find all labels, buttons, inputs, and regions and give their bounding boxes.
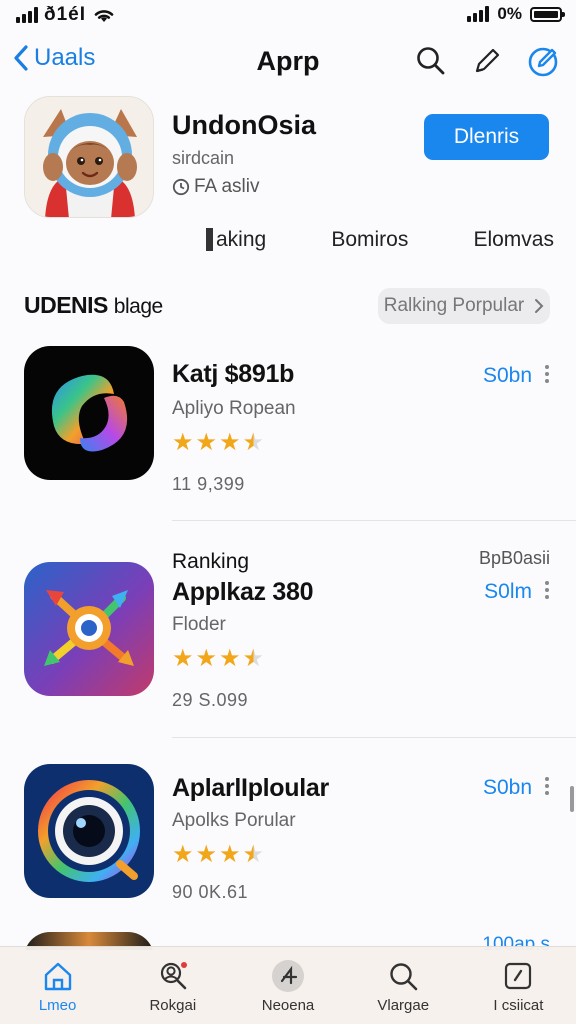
- tab-neoena[interactable]: Neoena: [230, 947, 345, 1024]
- featured-app-header: UndonOsia sirdcain FA asliv Dlenris akin…: [24, 96, 554, 266]
- wifi-icon: [94, 10, 114, 22]
- featured-app-meta: FA asliv: [172, 176, 259, 198]
- price-button[interactable]: S0bn: [483, 776, 532, 800]
- status-right: 0%: [467, 4, 565, 24]
- list-item[interactable]: Katj $891b Apliyo Ropean ★ ★ ★ ★ 11 9,399 S…: [0, 346, 576, 556]
- segment-bomiros[interactable]: Bomiros: [331, 228, 408, 252]
- chip-label: Ralking Porpular: [383, 295, 525, 316]
- search-icon: [417, 47, 445, 75]
- nav-actions: [414, 44, 560, 78]
- star-icon: ★: [172, 429, 194, 456]
- review-count: 11 9,399: [172, 474, 245, 494]
- tab-home-label: Lmeo: [38, 997, 77, 1014]
- star-icon: ★: [219, 841, 241, 868]
- price-button[interactable]: S0lm: [484, 580, 532, 604]
- camera-lens-icon: [38, 780, 140, 882]
- more-options-button[interactable]: [540, 578, 554, 602]
- scroll-indicator[interactable]: [570, 786, 574, 812]
- tab-bar: Lmeo Rokgai Neoena Vlargae I csiicat: [0, 946, 576, 1024]
- search-icon: [390, 963, 418, 991]
- more-options-button[interactable]: [540, 774, 554, 798]
- star-icon: ★: [172, 841, 194, 868]
- star-rating: ★ ★ ★ ★: [172, 840, 264, 869]
- section-title: UDENIS blage: [24, 292, 163, 319]
- divider: [172, 520, 576, 521]
- review-count: 90 0K.61: [172, 882, 249, 902]
- segment-control: aking Bomiros Elomvas: [206, 228, 554, 252]
- tab-vlargae-label: Vlargae: [377, 997, 430, 1014]
- app-title: Katj $891b: [172, 360, 295, 388]
- person-search-icon: [160, 962, 187, 990]
- section-title-main: UDENIS: [24, 292, 108, 318]
- app-description: Apolks Porular: [172, 810, 296, 831]
- status-bar: ð1éI 0%: [0, 0, 576, 30]
- half-star-icon: ★: [242, 841, 265, 868]
- star-rating: ★ ★ ★ ★: [172, 428, 264, 457]
- tab-neoena-label: Neoena: [261, 997, 315, 1014]
- featured-app-subtitle: sirdcain: [172, 148, 235, 168]
- half-star-icon: ★: [242, 645, 265, 672]
- review-count: 29 S.099: [172, 690, 249, 710]
- battery-icon: [530, 6, 565, 22]
- star-icon: ★: [195, 645, 218, 672]
- section-title-suffix: blage: [113, 295, 163, 318]
- compose-button[interactable]: [526, 44, 560, 78]
- star-icon: ★: [219, 645, 241, 672]
- app-icon-3: [24, 764, 154, 898]
- carrier-text: ð1éI: [44, 4, 87, 25]
- battery-percent: 0%: [497, 4, 522, 23]
- updates-icon: [505, 962, 532, 990]
- segment-elomvas[interactable]: Elomvas: [473, 228, 554, 252]
- star-icon: ★: [195, 429, 218, 456]
- tab-home[interactable]: Lmeo: [0, 947, 115, 1024]
- featured-app-name: UndonOsia: [172, 110, 317, 140]
- games-icon: [272, 960, 304, 992]
- app-title: AplarlIploular: [172, 774, 329, 802]
- star-icon: ★: [172, 645, 194, 672]
- character-icon: [25, 97, 153, 217]
- tab-updates[interactable]: I csiicat: [461, 947, 576, 1024]
- swirl-logo-icon: [51, 374, 128, 452]
- signal-icon: [16, 7, 38, 23]
- tab-rokgai[interactable]: Rokgai: [115, 947, 230, 1024]
- status-left: ð1éI: [16, 4, 116, 26]
- compose-icon: [528, 47, 558, 77]
- home-icon: [44, 962, 71, 991]
- star-rating: ★ ★ ★ ★: [172, 644, 264, 673]
- app-kicker: Ranking: [172, 550, 250, 573]
- segment-ranking-label: aking: [206, 228, 267, 251]
- app-description: Floder: [172, 614, 226, 635]
- tab-updates-label: I csiicat: [493, 997, 544, 1014]
- app-corner-label: BpB0asii: [478, 548, 550, 568]
- chevron-right-icon: [535, 299, 544, 313]
- search-button[interactable]: [414, 44, 448, 78]
- more-options-button[interactable]: [540, 362, 554, 386]
- tab-vlargae[interactable]: Vlargae: [346, 947, 461, 1024]
- get-button[interactable]: Dlenris: [424, 114, 549, 160]
- clock-icon: [172, 178, 190, 196]
- compass-logo-icon: [44, 590, 134, 666]
- pencil-icon: [475, 48, 500, 73]
- app-icon-2: [24, 562, 154, 696]
- half-star-icon: ★: [242, 429, 265, 456]
- ranking-popular-chip[interactable]: Ralking Porpular: [378, 288, 550, 324]
- app-description: Apliyo Ropean: [172, 398, 296, 419]
- navigation-bar: Uaals Aprp: [0, 36, 576, 92]
- star-icon: ★: [219, 429, 241, 456]
- featured-app-meta-text: FA asliv: [194, 176, 260, 197]
- star-icon: ★: [195, 841, 218, 868]
- app-title: Applkaz 380: [172, 578, 314, 606]
- segment-ranking[interactable]: aking: [206, 228, 267, 252]
- tab-rokgai-label: Rokgai: [149, 997, 197, 1014]
- app-icon-1: [24, 346, 154, 480]
- list-item[interactable]: Ranking Applkaz 380 Floder ★ ★ ★ ★ 29 S.099…: [0, 546, 576, 756]
- edit-button[interactable]: [470, 44, 504, 78]
- divider: [172, 737, 576, 738]
- price-button[interactable]: S0bn: [483, 364, 532, 388]
- featured-app-icon[interactable]: [24, 96, 154, 218]
- cell-signal-icon: [467, 6, 490, 22]
